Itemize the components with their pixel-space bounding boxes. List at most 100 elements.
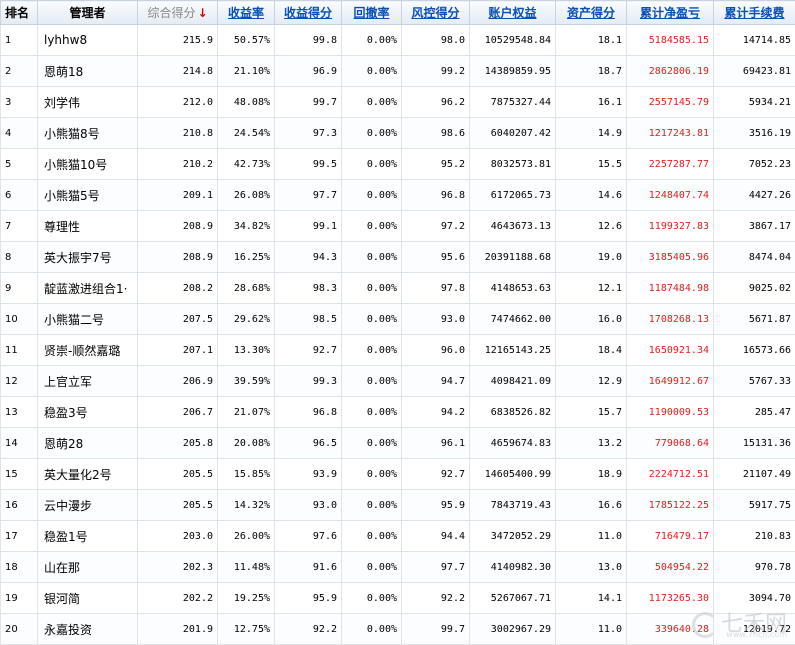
total-score-cell: 208.2 — [138, 273, 218, 304]
equity-cell: 7875327.44 — [470, 87, 556, 118]
asset-score-cell: 15.5 — [556, 149, 627, 180]
fees-cell: 210.83 — [714, 521, 795, 552]
return-rate-cell: 13.30% — [218, 335, 275, 366]
drawdown-cell: 0.00% — [342, 242, 402, 273]
header-total-score[interactable]: 综合得分↓ — [138, 1, 218, 25]
net-profit-cell: 1199327.83 — [627, 211, 714, 242]
header-rank: 排名 — [1, 1, 38, 25]
manager-cell[interactable]: 贤崇-顺然嘉璐 — [38, 335, 138, 366]
return-score-cell: 99.5 — [275, 149, 342, 180]
rank-cell: 18 — [1, 552, 38, 583]
rank-cell: 16 — [1, 490, 38, 521]
risk-score-cell: 94.4 — [402, 521, 470, 552]
return-score-cell: 98.5 — [275, 304, 342, 335]
header-asset-score[interactable]: 资产得分 — [556, 1, 627, 25]
return-rate-cell: 26.00% — [218, 521, 275, 552]
fees-cell: 285.47 — [714, 397, 795, 428]
total-score-cell: 206.9 — [138, 366, 218, 397]
asset-score-cell: 14.1 — [556, 583, 627, 614]
rank-cell: 3 — [1, 87, 38, 118]
rank-cell: 7 — [1, 211, 38, 242]
risk-score-cell: 94.7 — [402, 366, 470, 397]
header-row: 排名 管理者 综合得分↓ 收益率 收益得分 回撤率 风控得分 账户权益 资产得分… — [1, 1, 795, 25]
header-net-profit[interactable]: 累计净盈亏 — [627, 1, 714, 25]
return-score-cell: 97.7 — [275, 180, 342, 211]
header-equity[interactable]: 账户权益 — [470, 1, 556, 25]
table-row: 18山在那202.311.48%91.60.00%97.74140982.301… — [1, 552, 795, 583]
drawdown-cell: 0.00% — [342, 459, 402, 490]
equity-cell: 6172065.73 — [470, 180, 556, 211]
manager-cell[interactable]: 上官立军 — [38, 366, 138, 397]
manager-cell[interactable]: lyhhw8 — [38, 25, 138, 56]
net-profit-cell: 779068.64 — [627, 428, 714, 459]
manager-cell[interactable]: 恩萌28 — [38, 428, 138, 459]
return-rate-cell: 19.25% — [218, 583, 275, 614]
total-score-cell: 210.2 — [138, 149, 218, 180]
fees-cell: 7052.23 — [714, 149, 795, 180]
header-return-rate[interactable]: 收益率 — [218, 1, 275, 25]
equity-cell: 6040207.42 — [470, 118, 556, 149]
return-score-cell: 98.3 — [275, 273, 342, 304]
fees-cell: 3867.17 — [714, 211, 795, 242]
fees-cell: 15131.36 — [714, 428, 795, 459]
manager-cell[interactable]: 银河简 — [38, 583, 138, 614]
manager-cell[interactable]: 小熊猫8号 — [38, 118, 138, 149]
manager-cell[interactable]: 稳盈1号 — [38, 521, 138, 552]
return-score-cell: 99.7 — [275, 87, 342, 118]
rank-cell: 17 — [1, 521, 38, 552]
header-fees[interactable]: 累计手续费 — [714, 1, 795, 25]
return-rate-cell: 11.48% — [218, 552, 275, 583]
header-return-score[interactable]: 收益得分 — [275, 1, 342, 25]
drawdown-cell: 0.00% — [342, 521, 402, 552]
total-score-cell: 210.8 — [138, 118, 218, 149]
manager-cell[interactable]: 稳盈3号 — [38, 397, 138, 428]
net-profit-cell: 1785122.25 — [627, 490, 714, 521]
return-rate-cell: 39.59% — [218, 366, 275, 397]
drawdown-cell: 0.00% — [342, 211, 402, 242]
fees-cell: 4427.26 — [714, 180, 795, 211]
total-score-cell: 209.1 — [138, 180, 218, 211]
table-row: 11贤崇-顺然嘉璐207.113.30%92.70.00%96.01216514… — [1, 335, 795, 366]
equity-cell: 3472052.29 — [470, 521, 556, 552]
manager-cell[interactable]: 靛蓝激进组合1· — [38, 273, 138, 304]
equity-cell: 8032573.81 — [470, 149, 556, 180]
risk-score-cell: 96.8 — [402, 180, 470, 211]
manager-cell[interactable]: 云中漫步 — [38, 490, 138, 521]
equity-cell: 20391188.68 — [470, 242, 556, 273]
header-drawdown[interactable]: 回撤率 — [342, 1, 402, 25]
asset-score-cell: 15.7 — [556, 397, 627, 428]
equity-cell: 4659674.83 — [470, 428, 556, 459]
return-rate-cell: 48.08% — [218, 87, 275, 118]
manager-cell[interactable]: 刘学伟 — [38, 87, 138, 118]
return-rate-cell: 20.08% — [218, 428, 275, 459]
total-score-cell: 205.5 — [138, 490, 218, 521]
net-profit-cell: 1190009.53 — [627, 397, 714, 428]
rank-cell: 15 — [1, 459, 38, 490]
total-score-cell: 202.3 — [138, 552, 218, 583]
risk-score-cell: 95.9 — [402, 490, 470, 521]
table-row: 6小熊猫5号209.126.08%97.70.00%96.86172065.73… — [1, 180, 795, 211]
total-score-cell: 203.0 — [138, 521, 218, 552]
return-rate-cell: 29.62% — [218, 304, 275, 335]
equity-cell: 4098421.09 — [470, 366, 556, 397]
manager-cell[interactable]: 英大量化2号 — [38, 459, 138, 490]
manager-cell[interactable]: 恩萌18 — [38, 56, 138, 87]
manager-cell[interactable]: 尊理性 — [38, 211, 138, 242]
header-risk-score[interactable]: 风控得分 — [402, 1, 470, 25]
risk-score-cell: 96.1 — [402, 428, 470, 459]
manager-cell[interactable]: 小熊猫5号 — [38, 180, 138, 211]
risk-score-cell: 97.2 — [402, 211, 470, 242]
manager-cell[interactable]: 小熊猫10号 — [38, 149, 138, 180]
fees-cell: 3516.19 — [714, 118, 795, 149]
fees-cell: 9025.02 — [714, 273, 795, 304]
table-row: 19银河简202.219.25%95.90.00%92.25267067.711… — [1, 583, 795, 614]
risk-score-cell: 94.2 — [402, 397, 470, 428]
net-profit-cell: 2557145.79 — [627, 87, 714, 118]
drawdown-cell: 0.00% — [342, 428, 402, 459]
manager-cell[interactable]: 小熊猫二号 — [38, 304, 138, 335]
manager-cell[interactable]: 山在那 — [38, 552, 138, 583]
net-profit-cell: 1173265.30 — [627, 583, 714, 614]
manager-cell[interactable]: 英大振宇7号 — [38, 242, 138, 273]
table-row: 7尊理性208.934.82%99.10.00%97.24643673.1312… — [1, 211, 795, 242]
drawdown-cell: 0.00% — [342, 118, 402, 149]
